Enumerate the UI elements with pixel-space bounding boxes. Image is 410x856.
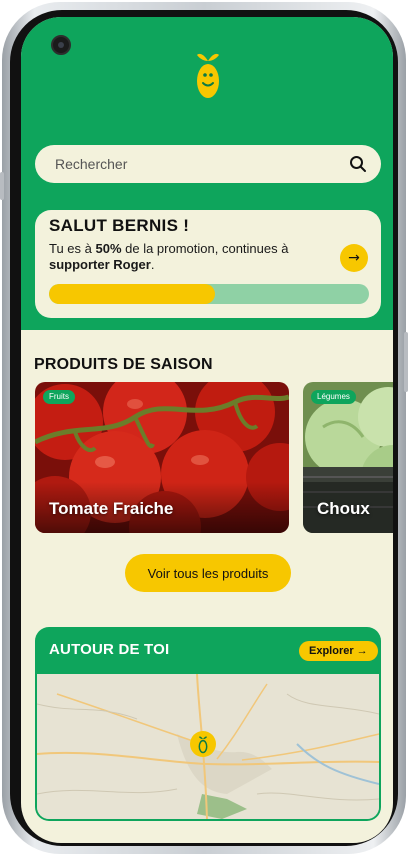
search-bar[interactable]: Rechercher [35,145,381,183]
product-card-tomate[interactable]: Fruits Tomate Fraiche [35,382,289,533]
promotion-card: SALUT BERNIS ! Tu es à 50% de la promoti… [35,210,381,318]
app-logo-icon [197,53,219,98]
product-name: Tomate Fraiche [49,499,174,518]
promotion-text-end: . [150,257,155,272]
front-camera [51,35,71,55]
around-you-card: AUTOUR DE TOI Explorer → [35,627,381,821]
map-view[interactable] [37,674,379,819]
explore-button[interactable]: Explorer → [299,641,378,661]
promotion-text-start: Tu es à [49,241,96,256]
volume-button [404,332,408,392]
search-icon[interactable] [349,155,367,173]
promotion-arrow-button[interactable]: → [340,244,368,272]
side-button [0,172,4,200]
promotion-text-middle: de la promotion, continues à [121,241,289,256]
app-screen: Rechercher SALUT BERNIS ! Tu es à 50% de… [21,17,393,843]
see-all-products-button[interactable]: Voir tous les produits [125,554,291,592]
promotion-progress-bar [49,284,369,304]
product-name: Choux [317,499,370,518]
product-tag: Fruits [43,390,75,404]
around-you-title: AUTOUR DE TOI [49,641,170,658]
promotion-target: supporter Roger [49,257,151,272]
promotion-text: Tu es à 50% de la promotion, continues à… [49,241,319,273]
app-header: Rechercher SALUT BERNIS ! Tu es à 50% de… [21,17,393,330]
product-card-choux[interactable]: Légumes Choux [303,382,393,533]
greeting-title: SALUT BERNIS ! [49,216,190,235]
phone-frame: Rechercher SALUT BERNIS ! Tu es à 50% de… [0,2,408,854]
promotion-percent: 50% [95,241,122,256]
arrow-right-icon: → [348,250,360,266]
search-input[interactable]: Rechercher [55,156,349,172]
progress-fill [49,284,216,304]
product-tag: Légumes [311,390,356,404]
season-section-title: PRODUITS DE SAISON [34,356,213,373]
location-pin-icon[interactable] [190,731,216,757]
app-logo-icon [198,736,208,754]
